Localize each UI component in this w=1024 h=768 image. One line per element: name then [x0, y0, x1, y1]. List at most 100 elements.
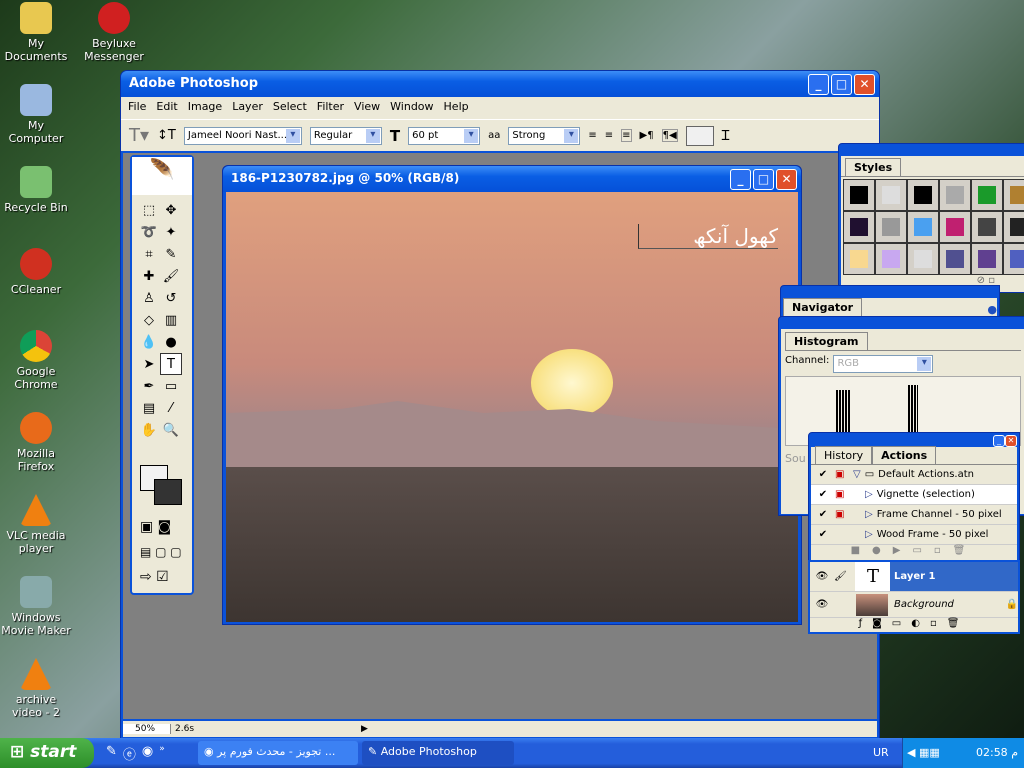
- tab-history[interactable]: History: [815, 446, 873, 464]
- minimize-button[interactable]: _: [808, 74, 829, 95]
- checkmark-icon[interactable]: ✔: [811, 509, 835, 520]
- magic-wand-tool-icon[interactable]: ✦: [160, 221, 182, 243]
- desktop-icon-chrome[interactable]: Google Chrome: [0, 330, 72, 391]
- background-color-swatch[interactable]: [154, 479, 182, 505]
- menu-edit[interactable]: Edit: [156, 100, 177, 116]
- checkmark-icon[interactable]: ✔: [811, 469, 835, 480]
- desktop-icon-movie-maker[interactable]: Windows Movie Maker: [0, 576, 72, 637]
- style-swatch[interactable]: [1003, 211, 1024, 243]
- desktop-icon-archive-video[interactable]: archive video - 2: [0, 658, 72, 719]
- menu-layer[interactable]: Layer: [232, 100, 263, 116]
- menu-window[interactable]: Window: [390, 100, 433, 116]
- history-brush-tool-icon[interactable]: ↺: [160, 287, 182, 309]
- warp-text-icon[interactable]: Ɪ: [722, 126, 730, 145]
- tab-navigator[interactable]: Navigator: [783, 298, 863, 316]
- desktop-icon-recycle-bin[interactable]: Recycle Bin: [0, 166, 72, 214]
- brush-tool-icon[interactable]: 🖌: [160, 265, 182, 287]
- doc-close-button[interactable]: ✕: [776, 169, 797, 190]
- font-size-select[interactable]: 60 pt: [408, 126, 481, 145]
- layer-row-background[interactable]: 👁 Background 🔒: [810, 592, 1018, 618]
- eyedropper-tool-icon[interactable]: ⁄: [160, 397, 182, 419]
- style-swatch[interactable]: [1003, 179, 1024, 211]
- text-color-swatch[interactable]: [685, 125, 714, 146]
- font-style-select[interactable]: Regular: [309, 126, 382, 145]
- align-center-icon[interactable]: ≡: [605, 130, 613, 141]
- menu-select[interactable]: Select: [273, 100, 307, 116]
- task-firefox[interactable]: ◉ تجویز - محدث فورم پر ...: [198, 741, 358, 765]
- dialog-toggle-icon[interactable]: ▣: [835, 489, 865, 500]
- play-triangle-icon[interactable]: ▷: [865, 529, 873, 540]
- doc-maximize-button[interactable]: □: [753, 169, 774, 190]
- style-swatch[interactable]: [971, 179, 1003, 211]
- desktop-icon-ccleaner[interactable]: CCleaner: [0, 248, 72, 296]
- style-swatch[interactable]: [939, 243, 971, 275]
- quick-mask-buttons[interactable]: ▣ ◙: [140, 519, 171, 535]
- healing-brush-tool-icon[interactable]: ✚: [138, 265, 160, 287]
- actions-minimize-button[interactable]: _: [993, 435, 1005, 447]
- ie-icon[interactable]: ⓔ: [123, 744, 136, 763]
- action-set-row[interactable]: ✔ ▣ ▽ ▭ Default Actions.atn: [811, 465, 1017, 485]
- blur-tool-icon[interactable]: 💧: [138, 331, 160, 353]
- expand-triangle-icon[interactable]: ▽: [853, 469, 861, 480]
- desktop-icon-vlc[interactable]: VLC media player: [0, 494, 72, 555]
- menu-view[interactable]: View: [354, 100, 380, 116]
- document-title-bar[interactable]: 186-P1230782.jpg @ 50% (RGB/8) _ □ ✕: [223, 166, 801, 192]
- style-swatch[interactable]: [843, 243, 875, 275]
- style-swatch[interactable]: [1003, 243, 1024, 275]
- rtl-icon[interactable]: ¶◀: [661, 129, 678, 142]
- crop-tool-icon[interactable]: ⌗: [138, 243, 160, 265]
- style-swatch[interactable]: [907, 243, 939, 275]
- dodge-tool-icon[interactable]: ●: [160, 331, 182, 353]
- type-tool-preset-icon[interactable]: T▾: [129, 125, 149, 146]
- lasso-tool-icon[interactable]: ➰: [138, 221, 160, 243]
- screen-mode-buttons[interactable]: ▤ ▢ ▢: [140, 545, 182, 559]
- style-swatch[interactable]: [875, 179, 907, 211]
- style-swatch[interactable]: [843, 179, 875, 211]
- menu-image[interactable]: Image: [188, 100, 222, 116]
- gradient-tool-icon[interactable]: ▥: [160, 309, 182, 331]
- dialog-toggle-icon[interactable]: ▣: [835, 469, 853, 480]
- menu-file[interactable]: File: [128, 100, 146, 116]
- align-right-icon[interactable]: ≡: [621, 129, 632, 142]
- align-left-icon[interactable]: ≡: [588, 130, 596, 141]
- clock[interactable]: 02:58 م: [976, 746, 1018, 759]
- action-row[interactable]: ✔ ▣ ▷ Frame Channel - 50 pixel: [811, 505, 1017, 525]
- dialog-toggle-icon[interactable]: ▣: [835, 509, 865, 520]
- network-icon[interactable]: ▦▦: [919, 746, 940, 759]
- style-swatch[interactable]: [875, 211, 907, 243]
- actions-close-button[interactable]: ✕: [1005, 435, 1017, 447]
- checkmark-icon[interactable]: ✔: [811, 489, 835, 500]
- action-row[interactable]: ✔ ▣ ▷ Vignette (selection): [811, 485, 1017, 505]
- ltr-icon[interactable]: ▶¶: [640, 130, 654, 141]
- desktop-icon-my-computer[interactable]: My Computer: [0, 84, 72, 145]
- style-swatch[interactable]: [971, 211, 1003, 243]
- style-swatch[interactable]: [939, 179, 971, 211]
- panel-menu-icon[interactable]: ●: [987, 303, 997, 316]
- toolbox-header[interactable]: 🪶: [132, 157, 192, 195]
- hand-tool-icon[interactable]: ✋: [138, 419, 160, 441]
- tray-expand-icon[interactable]: ◀: [907, 746, 915, 759]
- move-tool-icon[interactable]: ✥: [160, 199, 182, 221]
- marquee-tool-icon[interactable]: ⬚: [138, 199, 160, 221]
- desktop-icon-beyluxe[interactable]: Beyluxe Messenger: [78, 2, 150, 63]
- pen-tool-icon[interactable]: ✒: [138, 375, 160, 397]
- style-swatch[interactable]: [875, 243, 907, 275]
- maximize-button[interactable]: □: [831, 74, 852, 95]
- clone-stamp-tool-icon[interactable]: ♙: [138, 287, 160, 309]
- style-swatch[interactable]: [939, 211, 971, 243]
- visibility-eye-icon[interactable]: 👁: [810, 571, 834, 582]
- channel-select[interactable]: RGB: [833, 355, 934, 373]
- layer-name[interactable]: Background: [888, 599, 1006, 610]
- antialias-select[interactable]: Strong: [508, 126, 581, 145]
- photoshop-quicklaunch-icon[interactable]: ✎: [106, 744, 117, 763]
- desktop-icon-firefox[interactable]: Mozilla Firefox: [0, 412, 72, 473]
- play-triangle-icon[interactable]: ▷: [865, 489, 873, 500]
- style-swatch[interactable]: [843, 211, 875, 243]
- language-indicator[interactable]: UR: [873, 746, 889, 759]
- play-triangle-icon[interactable]: ▷: [865, 509, 873, 520]
- text-layer-content[interactable]: کھول آنکھ: [638, 224, 778, 249]
- tab-histogram[interactable]: Histogram: [785, 332, 868, 350]
- style-swatch[interactable]: [971, 243, 1003, 275]
- menu-help[interactable]: Help: [444, 100, 469, 116]
- slice-tool-icon[interactable]: ✎: [160, 243, 182, 265]
